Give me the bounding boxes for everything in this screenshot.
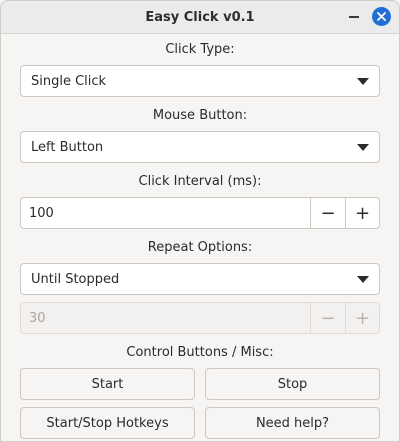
repeat-count-spinbox: 30 − + — [20, 302, 380, 334]
app-window: Easy Click v0.1 Click Type: Single Click… — [0, 0, 400, 442]
mouse-button-dropdown[interactable]: Left Button — [20, 131, 380, 163]
repeat-options-label: Repeat Options: — [147, 240, 253, 255]
close-icon — [377, 12, 386, 21]
mouse-button-value: Left Button — [31, 139, 104, 155]
mouse-button-label: Mouse Button: — [152, 108, 248, 123]
click-type-dropdown[interactable]: Single Click — [20, 65, 380, 97]
chevron-down-icon — [357, 275, 369, 283]
repeat-count-increment-button: + — [345, 303, 379, 333]
misc-buttons-row: Start/Stop Hotkeys Need help? — [20, 407, 380, 439]
click-interval-increment-button[interactable]: + — [345, 198, 379, 228]
minimize-button[interactable] — [344, 7, 364, 27]
window-title: Easy Click v0.1 — [145, 9, 255, 25]
control-buttons-row: Start Stop — [20, 368, 380, 400]
chevron-down-icon — [357, 77, 369, 85]
click-type-label: Click Type: — [165, 42, 235, 57]
click-type-value: Single Click — [31, 73, 107, 89]
click-interval-decrement-button[interactable]: − — [311, 198, 345, 228]
click-interval-spinbox: 100 − + — [20, 197, 380, 229]
help-button[interactable]: Need help? — [205, 407, 380, 439]
click-interval-label: Click Interval (ms): — [138, 174, 262, 189]
close-button[interactable] — [372, 7, 391, 26]
titlebar[interactable]: Easy Click v0.1 — [1, 1, 399, 34]
repeat-count-input: 30 — [21, 303, 311, 333]
controls-label: Control Buttons / Misc: — [126, 345, 274, 360]
hotkeys-button[interactable]: Start/Stop Hotkeys — [20, 407, 195, 439]
main-content: Click Type: Single Click Mouse Button: L… — [1, 42, 399, 439]
chevron-down-icon — [357, 143, 369, 151]
start-button[interactable]: Start — [20, 368, 195, 400]
minimize-icon — [349, 16, 359, 18]
click-interval-input[interactable]: 100 — [21, 198, 311, 228]
repeat-options-dropdown[interactable]: Until Stopped — [20, 263, 380, 295]
stop-button[interactable]: Stop — [205, 368, 380, 400]
repeat-options-value: Until Stopped — [31, 271, 120, 287]
repeat-count-decrement-button: − — [320, 307, 336, 329]
